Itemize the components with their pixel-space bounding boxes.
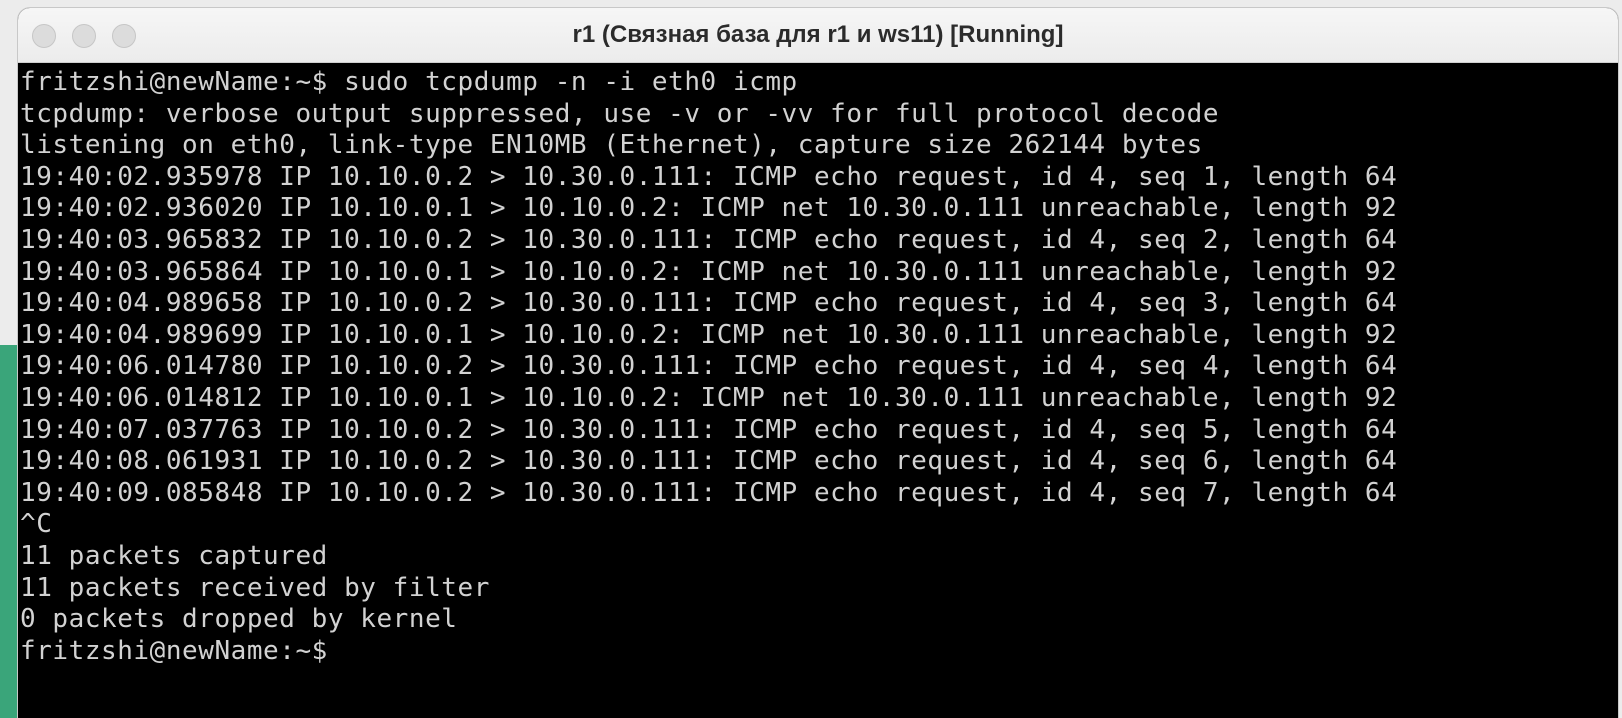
terminal-line-summary: 0 packets dropped by kernel [20, 604, 458, 635]
terminal-line: tcpdump: verbose output suppressed, use … [20, 98, 1220, 129]
terminal-line: 19:40:06.014812 IP 10.10.0.1 > 10.10.0.2… [20, 382, 1398, 413]
terminal-prompt[interactable]: fritzshi@newName:~$ [20, 636, 1618, 668]
terminal-line: 19:40:04.989658 IP 10.10.0.2 > 10.30.0.1… [20, 288, 1398, 319]
window-title: r1 (Связная база для r1 и ws11) [Running… [572, 21, 1064, 48]
terminal-line: 19:40:06.014780 IP 10.10.0.2 > 10.30.0.1… [20, 351, 1398, 382]
terminal-line: 19:40:03.965864 IP 10.10.0.1 > 10.10.0.2… [20, 256, 1398, 287]
terminal-line: 19:40:08.061931 IP 10.10.0.2 > 10.30.0.1… [20, 446, 1398, 477]
terminal-line: 19:40:03.965832 IP 10.10.0.2 > 10.30.0.1… [20, 224, 1398, 255]
terminal-line: listening on eth0, link-type EN10MB (Eth… [20, 130, 1203, 161]
terminal-line: 19:40:04.989699 IP 10.10.0.1 > 10.10.0.2… [20, 319, 1398, 350]
terminal-line: 19:40:09.085848 IP 10.10.0.2 > 10.30.0.1… [20, 477, 1398, 508]
terminal-line: 19:40:07.037763 IP 10.10.0.2 > 10.30.0.1… [20, 414, 1398, 445]
vm-window: r1 (Связная база для r1 и ws11) [Running… [18, 8, 1618, 718]
terminal-line-interrupt: ^C [20, 509, 53, 540]
terminal-line-command: fritzshi@newName:~$ sudo tcpdump -n -i e… [20, 67, 798, 97]
terminal-line-summary: 11 packets captured [20, 540, 328, 571]
terminal-screen[interactable]: fritzshi@newName:~$ sudo tcpdump -n -i e… [18, 63, 1618, 718]
terminal-line: 19:40:02.935978 IP 10.10.0.2 > 10.30.0.1… [20, 161, 1398, 192]
terminal-line: 19:40:02.936020 IP 10.10.0.1 > 10.10.0.2… [20, 193, 1398, 224]
title-bar[interactable]: r1 (Связная база для r1 и ws11) [Running… [18, 8, 1618, 63]
terminal-line-summary: 11 packets received by filter [20, 572, 490, 603]
